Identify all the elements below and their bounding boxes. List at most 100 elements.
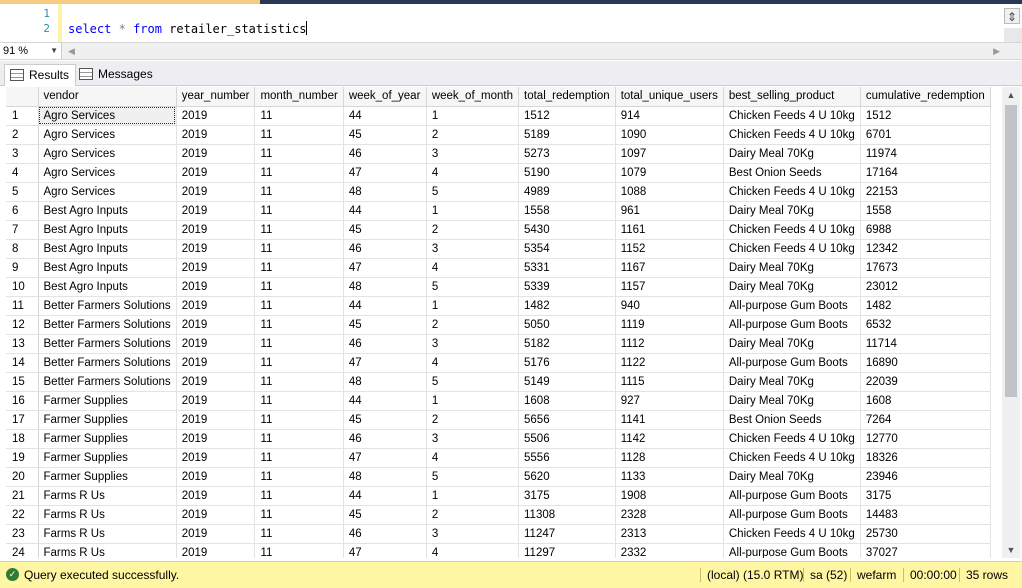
table-row[interactable]: 5 Agro Services 2019 11 48 5 4989 1088 Chicken F…: [6, 182, 991, 202]
table-cell[interactable]: 4: [426, 353, 520, 373]
editor-scrollbar[interactable]: [1004, 28, 1022, 42]
table-cell[interactable]: 44: [343, 486, 427, 506]
table-cell[interactable]: Better Farmers Solutions: [38, 372, 177, 392]
table-cell[interactable]: 46: [343, 239, 427, 259]
table-cell[interactable]: 1088: [615, 182, 724, 202]
table-cell[interactable]: 1482: [518, 296, 616, 316]
table-cell[interactable]: 1161: [615, 220, 724, 240]
table-cell[interactable]: 5149: [518, 372, 616, 392]
table-cell[interactable]: 16890: [860, 353, 991, 373]
table-cell[interactable]: Farms R Us: [38, 505, 177, 525]
scroll-right-icon[interactable]: ▶: [993, 43, 1000, 59]
table-cell[interactable]: 45: [343, 410, 427, 430]
table-row[interactable]: 14 Better Farmers Solutions 2019 11 47 4 5176 1…: [6, 353, 991, 373]
table-cell[interactable]: 46: [343, 429, 427, 449]
table-cell[interactable]: 4: [426, 258, 520, 278]
table-cell[interactable]: Best Agro Inputs: [38, 277, 177, 297]
table-cell[interactable]: 44: [343, 391, 427, 411]
table-cell[interactable]: 46: [343, 334, 427, 354]
tab-messages[interactable]: Messages: [74, 64, 159, 86]
table-cell[interactable]: 17164: [860, 163, 991, 183]
table-cell[interactable]: Best Onion Seeds: [723, 410, 861, 430]
row-number[interactable]: 15: [6, 372, 39, 392]
table-cell[interactable]: 11: [254, 239, 344, 259]
table-cell[interactable]: 5331: [518, 258, 616, 278]
table-cell[interactable]: 1: [426, 486, 520, 506]
table-cell[interactable]: All-purpose Gum Boots: [723, 296, 861, 316]
row-number[interactable]: 7: [6, 220, 39, 240]
table-cell[interactable]: 46: [343, 144, 427, 164]
table-row[interactable]: 11 Better Farmers Solutions 2019 11 44 1 1482 9…: [6, 296, 991, 316]
row-number[interactable]: 23: [6, 524, 39, 544]
table-cell[interactable]: 2019: [176, 372, 256, 392]
table-cell[interactable]: Farms R Us: [38, 543, 177, 558]
table-cell[interactable]: 3175: [518, 486, 616, 506]
table-cell[interactable]: 2019: [176, 543, 256, 558]
column-header[interactable]: total_redemption: [518, 87, 616, 107]
table-cell[interactable]: 5: [426, 182, 520, 202]
table-cell[interactable]: Better Farmers Solutions: [38, 315, 177, 335]
table-row[interactable]: 18 Farmer Supplies 2019 11 46 3 5506 1142 Chicke…: [6, 429, 991, 449]
table-cell[interactable]: 3: [426, 334, 520, 354]
table-cell[interactable]: Dairy Meal 70Kg: [723, 372, 861, 392]
table-cell[interactable]: 4: [426, 543, 520, 558]
table-cell[interactable]: Better Farmers Solutions: [38, 353, 177, 373]
table-cell[interactable]: 12342: [860, 239, 991, 259]
table-cell[interactable]: 2019: [176, 144, 256, 164]
table-cell[interactable]: Best Agro Inputs: [38, 239, 177, 259]
table-cell[interactable]: Best Agro Inputs: [38, 201, 177, 221]
table-cell[interactable]: 11: [254, 182, 344, 202]
table-cell[interactable]: 4: [426, 163, 520, 183]
table-cell[interactable]: 2313: [615, 524, 724, 544]
table-cell[interactable]: 11: [254, 334, 344, 354]
table-row[interactable]: 22 Farms R Us 2019 11 45 2 11308 2328 All-purpos…: [6, 505, 991, 525]
column-header[interactable]: week_of_month: [426, 87, 520, 107]
table-row[interactable]: 8 Best Agro Inputs 2019 11 46 3 5354 1152 Chicke…: [6, 239, 991, 259]
table-cell[interactable]: 927: [615, 391, 724, 411]
table-cell[interactable]: 5354: [518, 239, 616, 259]
row-number[interactable]: 4: [6, 163, 39, 183]
table-cell[interactable]: 48: [343, 372, 427, 392]
table-cell[interactable]: 1: [426, 201, 520, 221]
table-cell[interactable]: 12770: [860, 429, 991, 449]
table-cell[interactable]: 6532: [860, 315, 991, 335]
row-number[interactable]: 22: [6, 505, 39, 525]
table-cell[interactable]: 11: [254, 524, 344, 544]
table-row[interactable]: 4 Agro Services 2019 11 47 4 5190 1079 Best Onio…: [6, 163, 991, 183]
table-cell[interactable]: All-purpose Gum Boots: [723, 543, 861, 558]
table-cell[interactable]: Chicken Feeds 4 U 10kg: [723, 106, 861, 126]
table-cell[interactable]: 2019: [176, 391, 256, 411]
table-cell[interactable]: 5190: [518, 163, 616, 183]
table-cell[interactable]: Chicken Feeds 4 U 10kg: [723, 220, 861, 240]
table-cell[interactable]: 47: [343, 163, 427, 183]
table-cell[interactable]: 5506: [518, 429, 616, 449]
table-cell[interactable]: 11: [254, 543, 344, 558]
table-cell[interactable]: 2332: [615, 543, 724, 558]
table-cell[interactable]: 11: [254, 372, 344, 392]
table-cell[interactable]: 1157: [615, 277, 724, 297]
row-number-header[interactable]: [6, 87, 39, 107]
table-cell[interactable]: 47: [343, 448, 427, 468]
table-row[interactable]: 6 Best Agro Inputs 2019 11 44 1 1558 961 Dairy M…: [6, 201, 991, 221]
row-number[interactable]: 16: [6, 391, 39, 411]
table-cell[interactable]: 5: [426, 467, 520, 487]
table-cell[interactable]: 44: [343, 296, 427, 316]
table-cell[interactable]: Better Farmers Solutions: [38, 296, 177, 316]
table-cell[interactable]: 11: [254, 296, 344, 316]
table-cell[interactable]: 2019: [176, 182, 256, 202]
table-row[interactable]: 17 Farmer Supplies 2019 11 45 2 5656 1141 Best O…: [6, 410, 991, 430]
table-row[interactable]: 19 Farmer Supplies 2019 11 47 4 5556 1128 Chicke…: [6, 448, 991, 468]
row-number[interactable]: 13: [6, 334, 39, 354]
grid-vertical-scrollbar[interactable]: ▲ ▼: [1002, 87, 1020, 558]
table-cell[interactable]: Agro Services: [38, 106, 177, 126]
table-cell[interactable]: 1482: [860, 296, 991, 316]
table-cell[interactable]: 48: [343, 182, 427, 202]
scroll-up-icon[interactable]: ▲: [1002, 87, 1020, 103]
table-cell[interactable]: 1142: [615, 429, 724, 449]
table-cell[interactable]: Dairy Meal 70Kg: [723, 201, 861, 221]
table-cell[interactable]: 1908: [615, 486, 724, 506]
table-cell[interactable]: 1558: [860, 201, 991, 221]
table-cell[interactable]: 47: [343, 543, 427, 558]
table-cell[interactable]: 11308: [518, 505, 616, 525]
table-cell[interactable]: Farmer Supplies: [38, 410, 177, 430]
